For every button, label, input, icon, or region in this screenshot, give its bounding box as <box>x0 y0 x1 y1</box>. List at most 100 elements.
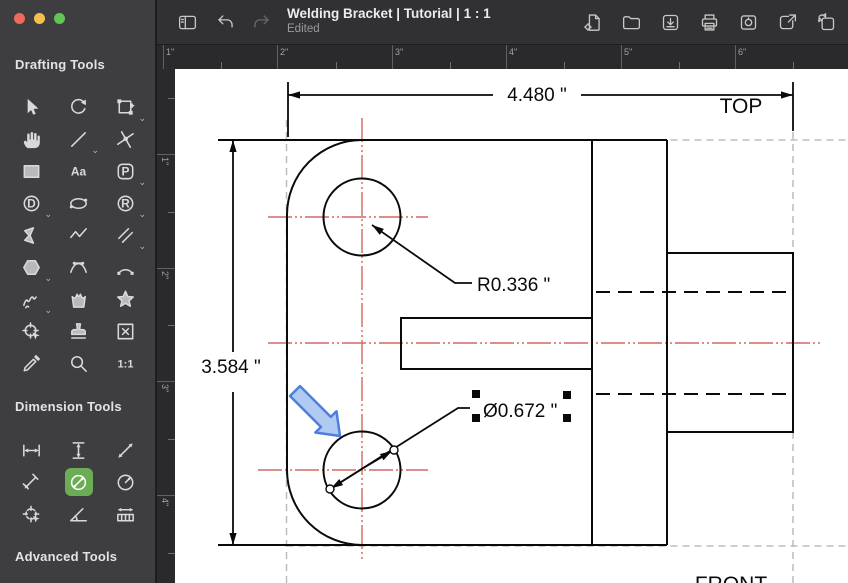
line-tool[interactable] <box>55 123 102 155</box>
dropper-icon <box>23 354 41 371</box>
dim-vertical-tool[interactable] <box>55 434 102 466</box>
drawing-sheet[interactable]: 4.480 " 3.584 " R0.336 " Ø0.672 " TOP FR… <box>175 69 848 583</box>
hand-icon <box>23 131 40 148</box>
titlebar: Welding Bracket | Tutorial | 1 : 1 Edite… <box>157 0 848 45</box>
minimize-window-button[interactable] <box>34 13 45 24</box>
dimRotated-icon <box>22 473 39 489</box>
stamp-tool[interactable] <box>55 315 102 347</box>
open-folder-icon[interactable] <box>619 10 643 34</box>
ruler-major-tick <box>157 154 175 155</box>
ruler-minor-tick <box>450 62 451 69</box>
radius-leader <box>371 224 472 284</box>
circle-diameter-tool[interactable]: D <box>8 187 55 219</box>
svg-text:1:1: 1:1 <box>118 358 134 370</box>
ruler-label: 4" <box>160 498 170 507</box>
front-view-label: FRONT <box>695 573 767 583</box>
dim-radius-tool[interactable] <box>102 466 149 498</box>
bezier-tool[interactable] <box>55 251 102 283</box>
detail-box-tool[interactable] <box>102 315 149 347</box>
eyedropper-tool[interactable] <box>8 347 55 379</box>
dimRadius-icon <box>117 474 134 490</box>
pan-tool[interactable] <box>8 123 55 155</box>
line-icon <box>71 131 86 147</box>
spline-shape-tool[interactable] <box>55 283 102 315</box>
view-boundary-lines <box>285 120 848 583</box>
ellipse-tool[interactable] <box>55 187 102 219</box>
dim-baseline-tool[interactable] <box>102 498 149 530</box>
dimAligned-icon <box>118 442 133 458</box>
point-tool[interactable] <box>8 315 55 347</box>
ruler-label: 6" <box>738 47 747 57</box>
ruler-major-tick <box>506 45 507 69</box>
print-icon[interactable] <box>697 10 721 34</box>
redo-icon[interactable] <box>249 10 273 34</box>
star-tool[interactable] <box>102 283 149 315</box>
text-tool[interactable]: Aa <box>55 155 102 187</box>
technical-drawing: 4.480 " 3.584 " R0.336 " Ø0.672 " TOP FR… <box>201 82 848 583</box>
tool-sidebar: Drafting Tools AaPDR1:1 Dimension Tools … <box>0 0 157 583</box>
select-tool[interactable] <box>8 91 55 123</box>
dim-aligned-tool[interactable] <box>102 434 149 466</box>
double-line-tool[interactable] <box>102 219 149 251</box>
ruler-minor-tick <box>793 62 794 69</box>
dim-diameter-tool[interactable] <box>55 466 102 498</box>
dimension-diameter-text[interactable]: Ø0.672 " <box>483 401 557 422</box>
close-window-button[interactable] <box>14 13 25 24</box>
rectangle-tool[interactable] <box>8 155 55 187</box>
chevshape-icon <box>24 226 35 244</box>
dim-center-tool[interactable] <box>8 498 55 530</box>
ruler-label: 4" <box>509 47 518 57</box>
polygon-shape-tool[interactable] <box>8 219 55 251</box>
dimV-icon <box>72 441 85 459</box>
glyphplain-icon: Aa <box>71 164 87 178</box>
freehand-tool[interactable] <box>8 283 55 315</box>
ruler-major-tick <box>621 45 622 69</box>
import-icon[interactable] <box>658 10 682 34</box>
ruler-label: 1" <box>166 47 175 57</box>
construction-icon <box>117 130 134 148</box>
svg-text:R: R <box>121 196 130 210</box>
dimension-radius-text[interactable]: R0.336 " <box>477 275 550 296</box>
share-icon[interactable] <box>775 10 799 34</box>
ruler-label: 2" <box>280 47 289 57</box>
export-snapshot-icon[interactable] <box>736 10 760 34</box>
zoom-window-button[interactable] <box>54 13 65 24</box>
ruler-label: 2" <box>160 271 170 280</box>
dim-horizontal-tool[interactable] <box>8 434 55 466</box>
dimAngle-icon <box>70 507 87 522</box>
ruler-major-tick <box>277 45 278 69</box>
circle-radius-tool[interactable]: R <box>102 187 149 219</box>
rotate-tool[interactable] <box>55 91 102 123</box>
document-settings-icon[interactable] <box>580 10 604 34</box>
drafting-tools-grid: Aa P D R 1:1 <box>8 91 149 379</box>
ruler-minor-tick <box>564 62 565 69</box>
circleglyph-icon: D <box>23 195 40 211</box>
polyline-tool[interactable] <box>55 219 102 251</box>
ruler-major-tick <box>157 381 175 382</box>
ruler-minor-tick <box>336 62 337 69</box>
dimCenter-icon <box>22 505 40 522</box>
ruler-label: 3" <box>160 384 170 393</box>
ruler-minor-tick <box>168 98 175 99</box>
ruler-major-tick <box>157 495 175 496</box>
arc-tool[interactable] <box>102 251 149 283</box>
dimension-height-text[interactable]: 3.584 " <box>201 357 261 378</box>
revert-icon[interactable] <box>814 10 838 34</box>
ruler-major-tick <box>392 45 393 69</box>
dimension-width-text[interactable]: 4.480 " <box>507 85 567 106</box>
zoom-tool[interactable] <box>55 347 102 379</box>
actual-size-tool[interactable]: 1:1 <box>102 347 149 379</box>
dimH-icon <box>23 443 40 457</box>
dim-angle-tool[interactable] <box>55 498 102 530</box>
document-title: Welding Bracket | Tutorial | 1 : 1 <box>287 6 491 21</box>
sidebar-toggle-icon[interactable] <box>175 10 199 34</box>
dim-rotated-tool[interactable] <box>8 466 55 498</box>
construction-line-tool[interactable] <box>102 123 149 155</box>
canvas-region: 1" 2" 3" 4" 5" 6" 1" 2" 3" 4" 4.480 " 3.… <box>157 45 848 583</box>
stamp-icon <box>71 322 86 339</box>
undo-icon[interactable] <box>213 10 237 34</box>
symbol-tool[interactable]: P <box>102 155 149 187</box>
transform-tool[interactable] <box>102 91 149 123</box>
top-view-label: TOP <box>720 95 763 118</box>
regular-polygon-tool[interactable] <box>8 251 55 283</box>
